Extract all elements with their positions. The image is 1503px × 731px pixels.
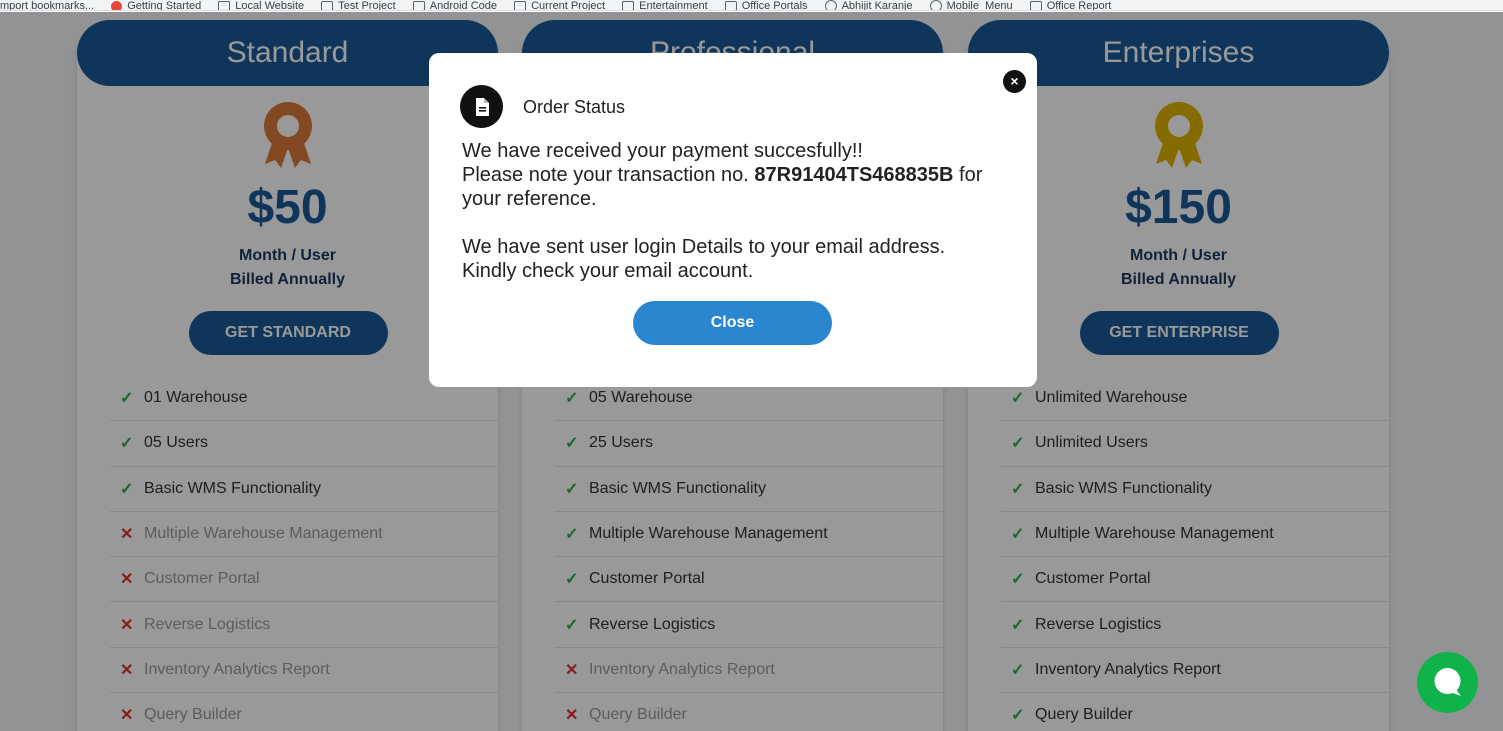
bookmark-current-project[interactable]: Current Project — [514, 0, 605, 10]
globe-icon — [824, 0, 837, 10]
bookmark-mobile-menu[interactable]: Mobile_Menu — [929, 0, 1013, 10]
close-button[interactable]: Close — [633, 301, 832, 345]
bookmark-test-project[interactable]: Test Project — [321, 0, 396, 10]
document-icon — [460, 85, 503, 128]
bookmark-entertainment[interactable]: Entertainment — [622, 0, 708, 10]
firefox-icon — [111, 0, 123, 10]
bookmarks-bar: mport bookmarks... Getting Started Local… — [0, 0, 1503, 11]
message-paragraph: We have sent user login Details to your … — [462, 236, 946, 282]
close-icon[interactable]: × — [1003, 70, 1026, 93]
bookmark-getting-started[interactable]: Getting Started — [111, 0, 201, 10]
folder-icon — [218, 1, 231, 10]
globe-icon — [929, 0, 942, 10]
chat-bubble-icon — [1434, 668, 1461, 696]
modal-title: Order Status — [523, 97, 626, 117]
folder-icon — [321, 1, 334, 10]
bookmark-local-website[interactable]: Local Website — [218, 0, 304, 10]
bookmark-import[interactable]: mport bookmarks... — [0, 0, 94, 10]
order-status-modal: × Order Status We have received your pay… — [429, 53, 1037, 387]
folder-icon — [1029, 1, 1042, 10]
bookmark-office-portals[interactable]: Office Portals — [724, 0, 808, 10]
bookmark-office-report[interactable]: Office Report — [1029, 0, 1111, 10]
folder-icon — [724, 1, 737, 10]
modal-message: We have received your payment succesfull… — [462, 139, 1002, 283]
folder-icon — [412, 1, 425, 10]
message-paragraph: We have received your payment succesfull… — [462, 140, 983, 210]
folder-icon — [514, 1, 527, 10]
bookmark-android-code[interactable]: Android Code — [412, 0, 497, 10]
folder-icon — [622, 1, 635, 10]
transaction-number: 87R91404TS468835B — [754, 164, 954, 186]
chat-launcher-button[interactable] — [1417, 652, 1478, 713]
bookmark-abhijit-karanje[interactable]: Abhijit Karanje — [824, 0, 913, 10]
